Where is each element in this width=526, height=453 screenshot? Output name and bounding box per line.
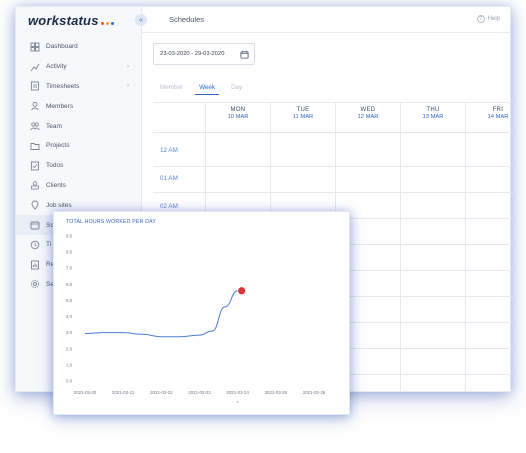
day-date: 12 MAR	[357, 114, 379, 120]
sidebar-item-label: Clients	[46, 181, 66, 189]
clock-icon	[30, 240, 40, 250]
projects-icon	[30, 142, 40, 150]
settings-icon	[30, 280, 40, 289]
y-tick-label: 6.0	[66, 282, 73, 287]
logo-dot	[100, 21, 104, 25]
x-tick-label: 2021-03-24	[226, 390, 249, 395]
hour-label: 01 AM	[160, 175, 178, 182]
series-line-hours	[84, 290, 238, 338]
x-axis-indicator	[236, 401, 239, 403]
grid-line	[153, 166, 513, 167]
tab-week[interactable]: Week	[195, 84, 220, 95]
day-of-week: MON	[230, 107, 246, 113]
sidebar-item-label: Dashboard	[46, 43, 78, 51]
date-range-picker[interactable]: 23-03-2020 - 29-03-2020	[153, 43, 255, 65]
chevron-right-icon: ›	[127, 63, 129, 70]
highlight-point	[238, 287, 246, 295]
help-label: Help	[487, 16, 500, 22]
team-icon	[30, 122, 40, 131]
collapse-sidebar-icon[interactable]: «	[135, 14, 147, 26]
page-title: Schedules	[169, 15, 205, 24]
sidebar-item-label: Team	[46, 122, 62, 130]
x-tick-label: 2021-03-25	[265, 390, 288, 395]
sidebar-item-clients[interactable]: Clients	[16, 176, 141, 196]
sidebar-item-label: Timesheets	[46, 82, 80, 90]
sidebar-item-label: Ti	[46, 241, 52, 249]
todos-icon	[31, 161, 39, 171]
sidebar-item-team[interactable]: Team	[16, 116, 141, 136]
grid-line	[153, 192, 513, 193]
y-tick-label: 5.0	[66, 298, 73, 303]
day-date: 13 MAR	[422, 114, 444, 120]
sidebar-item-label: Activity	[46, 63, 67, 71]
tab-day[interactable]: Day	[231, 84, 242, 95]
clients-icon	[31, 181, 39, 190]
sidebar-item-label: Members	[46, 102, 74, 110]
activity-icon	[30, 63, 40, 71]
day-date: 11 MAR	[292, 114, 314, 120]
help-link[interactable]: ? Help	[476, 15, 500, 23]
day-header: MON 10 MAR	[206, 103, 270, 131]
y-tick-label: 9.0	[66, 234, 73, 239]
tab-member[interactable]: Member	[160, 84, 183, 95]
sidebar-item-todos[interactable]: Todos	[16, 156, 141, 176]
y-tick-label: 4.0	[66, 314, 73, 319]
x-tick-label: 2021-03-20	[74, 390, 97, 395]
topbar: Schedules ? Help	[142, 7, 510, 33]
sidebar-item-label: Job sites	[46, 201, 72, 209]
day-header: TUE 11 MAR	[271, 103, 335, 131]
help-circle-icon: ?	[476, 15, 485, 23]
x-tick-label: 2021-03-21	[112, 390, 135, 395]
x-tick-label: 2021-03-23	[188, 390, 211, 395]
sidebar-item-label: Todos	[46, 162, 64, 170]
day-of-week: THU	[426, 107, 440, 113]
hour-label: 12 AM	[160, 147, 178, 154]
stage: workstatus Dashboard Activity › Timesheets ›…	[0, 0, 526, 453]
hours-chart-card: TOTAL HOURS WORKED PER DAY 0.0 1.0 2.0 3.0 4…	[53, 211, 350, 415]
day-of-week: WED	[360, 107, 376, 113]
y-tick-label: 1.0	[66, 362, 73, 367]
day-header: THU 13 MAR	[401, 103, 465, 131]
calendar-icon	[30, 221, 40, 230]
sidebar-item-members[interactable]: Members	[16, 96, 141, 116]
day-header: FRI 14 MAR	[466, 103, 526, 131]
y-tick-label: 2.0	[66, 346, 73, 351]
day-of-week: TUE	[296, 107, 310, 113]
logo[interactable]: workstatus	[28, 13, 99, 28]
y-tick-label: 7.0	[66, 266, 73, 271]
calendar-icon	[240, 50, 249, 59]
job-sites-icon	[31, 200, 39, 210]
sidebar-item-label: Projects	[46, 142, 70, 150]
hour-label: 02 AM	[160, 203, 178, 210]
x-tick-label: 2021-03-26	[303, 390, 326, 395]
date-range-value: 23-03-2020 - 29-03-2020	[160, 51, 225, 57]
sidebar-item-timesheets[interactable]: Timesheets ›	[16, 77, 141, 97]
dashboard-icon	[30, 42, 40, 52]
y-tick-label: 0.0	[66, 379, 73, 384]
chevron-right-icon: ›	[127, 83, 129, 90]
view-tabs: Member Week Day	[160, 84, 242, 95]
timesheets-icon	[31, 82, 39, 91]
day-date: 14 MAR	[487, 114, 509, 120]
logo-row: workstatus	[16, 7, 141, 33]
sidebar-item-projects[interactable]: Projects	[16, 136, 141, 156]
user-icon	[31, 102, 39, 111]
sidebar-item-dashboard[interactable]: Dashboard	[16, 37, 141, 57]
logo-dot	[110, 21, 114, 25]
day-of-week: FRI	[492, 107, 504, 113]
logo-dots	[100, 16, 114, 25]
grid-line	[153, 132, 513, 133]
day-date: 10 MAR	[227, 114, 249, 120]
y-tick-label: 3.0	[66, 330, 73, 335]
y-tick-label: 8.0	[66, 250, 73, 255]
x-tick-label: 2021-03-22	[150, 390, 173, 395]
logo-dot	[105, 21, 109, 25]
sidebar-item-activity[interactable]: Activity ›	[16, 57, 141, 77]
day-header: WED 12 MAR	[336, 103, 400, 131]
hours-line-chart: 0.0 1.0 2.0 3.0 4.0 5.0 6.0 7.0 8.0 9.0 2021-03-20…	[66, 234, 326, 403]
reports-icon	[31, 260, 39, 270]
